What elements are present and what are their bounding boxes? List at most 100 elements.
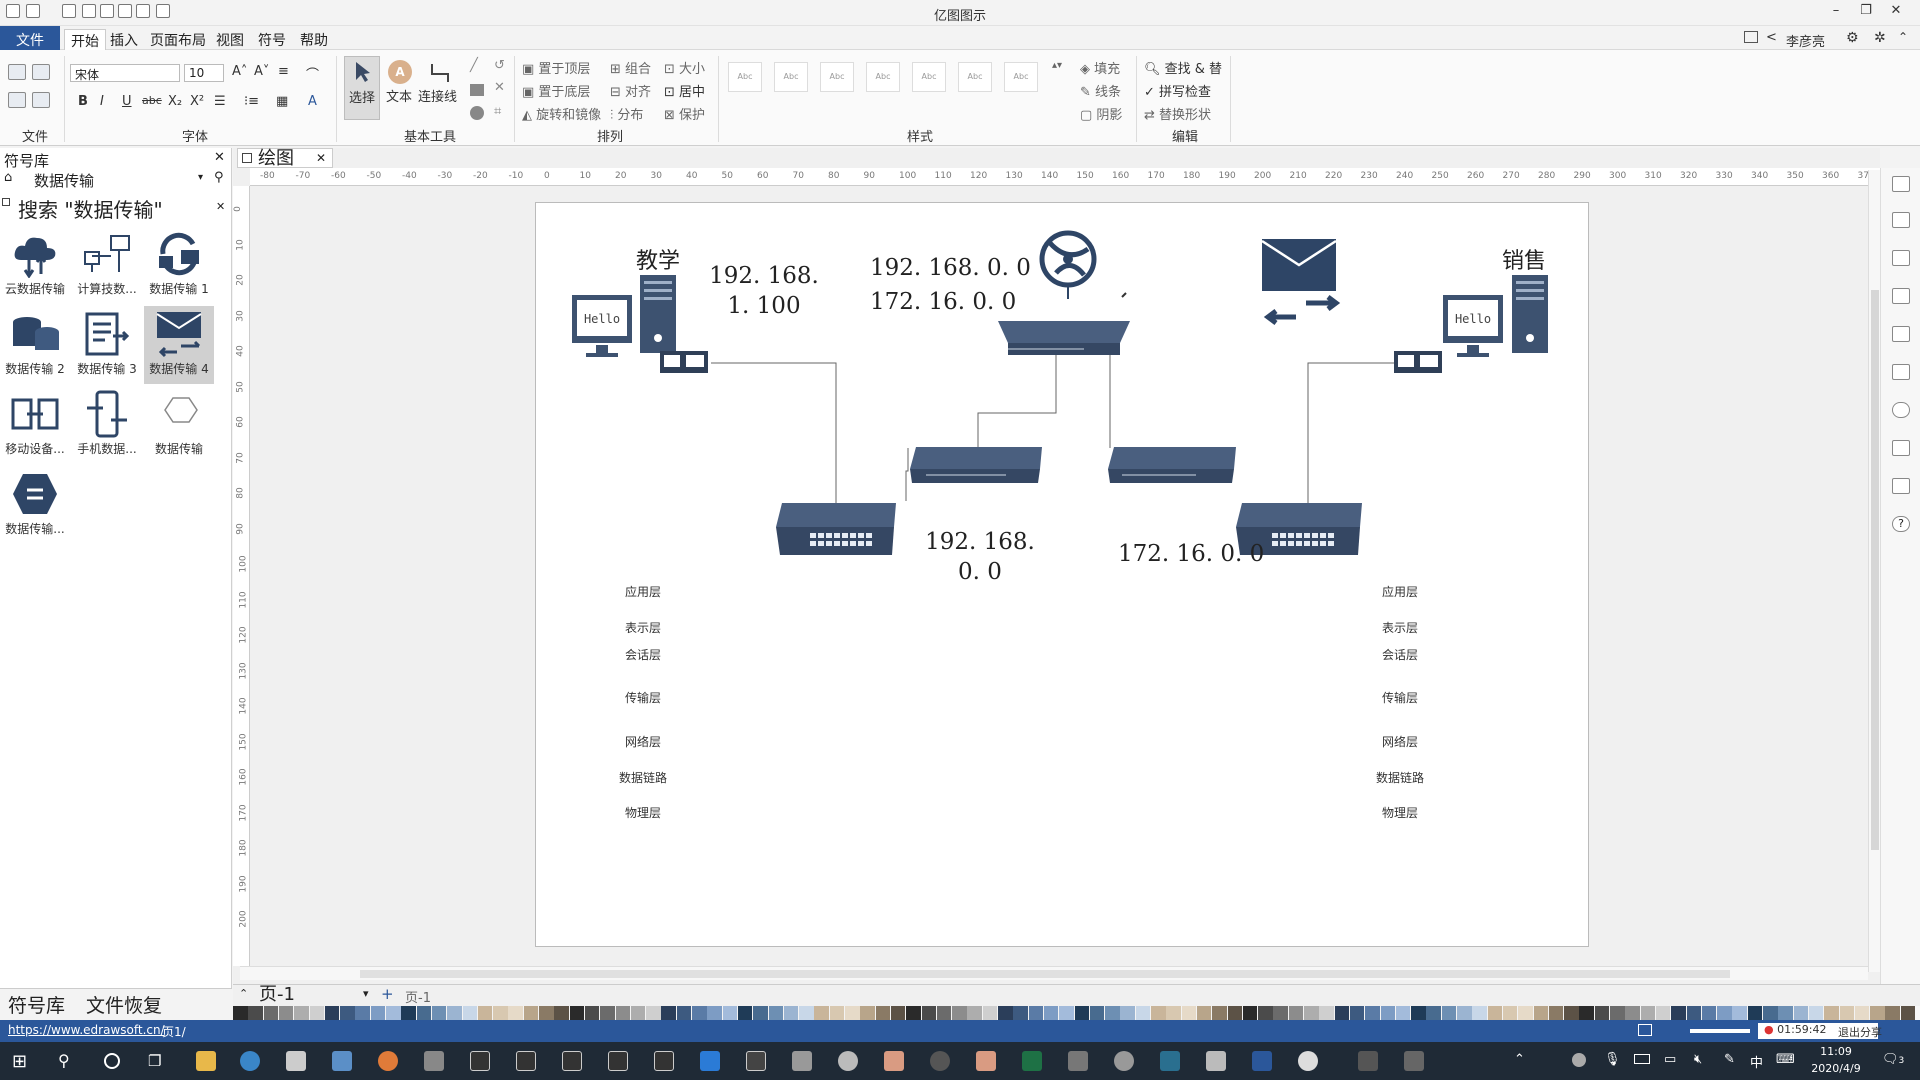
color-swatch[interactable] [1319,1006,1334,1020]
color-swatch[interactable] [340,1006,355,1020]
close-window-button[interactable]: ✕ [1886,3,1906,18]
tray-app-icon[interactable] [1572,1053,1586,1067]
app-icon-1[interactable] [378,1051,398,1071]
app-icon-13[interactable] [1358,1051,1378,1071]
fit-page-icon[interactable] [1638,1024,1652,1036]
ime-indicator[interactable]: 中 [1750,1052,1763,1071]
select-tool-button[interactable]: 选择 [344,56,380,120]
color-swatch[interactable] [1181,1006,1197,1020]
color-swatch[interactable] [661,1006,676,1020]
layer-panel-icon[interactable] [1892,326,1910,342]
globe-panel-icon[interactable] [1892,402,1910,418]
menu-page-layout[interactable]: 页面布局 [144,29,212,51]
color-swatch[interactable] [1304,1006,1319,1020]
find-replace-button[interactable]: 🔍︎ 查找 & 替 [1144,58,1222,77]
color-swatch[interactable] [630,1006,646,1020]
symbol-data-transfer-2[interactable]: 数据传输 2 [0,306,70,384]
color-swatch[interactable] [676,1006,692,1020]
color-swatch[interactable] [1380,1006,1395,1020]
line-style-button[interactable]: ✎ 线条 [1080,81,1121,100]
color-swatch[interactable] [1120,1006,1135,1020]
bold-icon[interactable]: B [78,94,88,109]
style-swatch-3[interactable]: Abc [820,62,854,92]
color-swatch[interactable] [1288,1006,1304,1020]
connector-tool-button[interactable]: 连接线 [418,56,462,120]
color-swatch[interactable] [1089,1006,1105,1020]
screen-icon[interactable] [1744,31,1758,43]
panel-close-icon[interactable]: ✕ [214,150,225,165]
line-spacing-icon[interactable]: ⌒ [306,64,319,83]
clock-date[interactable]: 2020/4/9 [1806,1062,1866,1075]
color-swatch[interactable] [1166,1006,1181,1020]
color-swatch[interactable] [569,1006,585,1020]
color-swatch[interactable] [875,1006,891,1020]
color-swatch[interactable] [1227,1006,1242,1020]
color-swatch[interactable] [646,1006,661,1020]
color-swatch[interactable] [1686,1006,1701,1020]
pycharm-icon[interactable] [608,1051,628,1071]
color-swatch[interactable] [1273,1006,1288,1020]
highlight-icon[interactable]: ▦ [276,94,288,109]
color-swatch[interactable] [1043,1006,1059,1020]
superscript-icon[interactable]: X² [190,94,204,109]
color-swatch[interactable] [906,1006,921,1020]
style-scroll-icon[interactable]: ▴▾ [1052,60,1062,71]
line-panel-icon[interactable] [1892,212,1910,228]
color-swatch[interactable] [1548,1006,1564,1020]
style-swatch-7[interactable]: Abc [1004,62,1038,92]
color-swatch[interactable] [508,1006,523,1020]
color-swatch[interactable] [1487,1006,1503,1020]
color-swatch[interactable] [1411,1006,1426,1020]
group-button[interactable]: ⊞ 组合 [610,58,651,77]
image-panel-icon[interactable] [1892,288,1910,304]
color-swatch[interactable] [1196,1006,1212,1020]
color-swatch[interactable] [1717,1006,1732,1020]
vscode-icon[interactable] [700,1051,720,1071]
intellij-icon[interactable] [516,1051,536,1071]
style-swatch-5[interactable]: Abc [912,62,946,92]
symbol-data-transfer-hex[interactable]: 数据传输 [144,386,214,464]
exit-share-button[interactable]: 退出分享 [1838,1024,1882,1040]
volume-muted-icon[interactable]: 🔇︎ [1694,1052,1702,1067]
library-select[interactable]: 数据传输 [34,170,94,191]
color-swatch[interactable] [324,1006,340,1020]
replace-shape-button[interactable]: ⇄ 替换形状 [1144,104,1211,123]
paste-icon[interactable] [32,92,50,108]
style-swatch-4[interactable]: Abc [866,62,900,92]
menu-insert[interactable]: 插入 [104,29,144,51]
cut-icon[interactable] [8,64,26,80]
color-swatch[interactable] [1625,1006,1640,1020]
phpstorm-icon[interactable] [654,1051,674,1071]
style-swatch-1[interactable]: Abc [728,62,762,92]
skin-icon[interactable]: ✲ [1874,30,1886,46]
color-swatch[interactable] [386,1006,401,1020]
horizontal-scroll-thumb[interactable] [360,970,1730,978]
color-swatch[interactable] [401,1006,416,1020]
color-swatch[interactable] [600,1006,615,1020]
color-swatch[interactable] [1472,1006,1487,1020]
shrink-font-icon[interactable]: A˅ [254,64,269,79]
bullets-icon[interactable]: ⁝≡ [244,94,259,109]
color-swatch[interactable] [1242,1006,1258,1020]
symbol-computing-tech[interactable]: 计算技数... [72,226,142,304]
rotate-button[interactable]: ◭ 旋转和镜像 [522,104,601,123]
fill-button[interactable]: ◈ 填充 [1080,58,1120,77]
color-swatch[interactable] [1824,1006,1839,1020]
ime-mode-icon[interactable]: ⌨ [1776,1052,1795,1067]
restore-button[interactable]: ❐ [1856,3,1876,18]
copy-icon[interactable] [8,92,26,108]
color-swatch[interactable] [1900,1006,1916,1020]
strikethrough-icon[interactable]: abc [142,94,162,107]
browser-icon[interactable] [240,1051,260,1071]
notification-icon[interactable]: 🗨︎3 [1882,1052,1904,1067]
protect-button[interactable]: ⊠ 保护 [664,104,705,123]
menu-home[interactable]: 开始 [64,29,106,52]
symbol-mobile-device[interactable]: 移动设备... [0,386,70,464]
app-icon-3[interactable] [746,1051,766,1071]
color-swatch[interactable] [1610,1006,1625,1020]
color-swatch[interactable] [845,1006,860,1020]
page-panel-icon[interactable] [1892,364,1910,380]
tab-file-recovery[interactable]: 文件恢复 [86,991,162,1018]
color-swatch[interactable] [1502,1006,1518,1020]
color-swatch[interactable] [477,1006,493,1020]
